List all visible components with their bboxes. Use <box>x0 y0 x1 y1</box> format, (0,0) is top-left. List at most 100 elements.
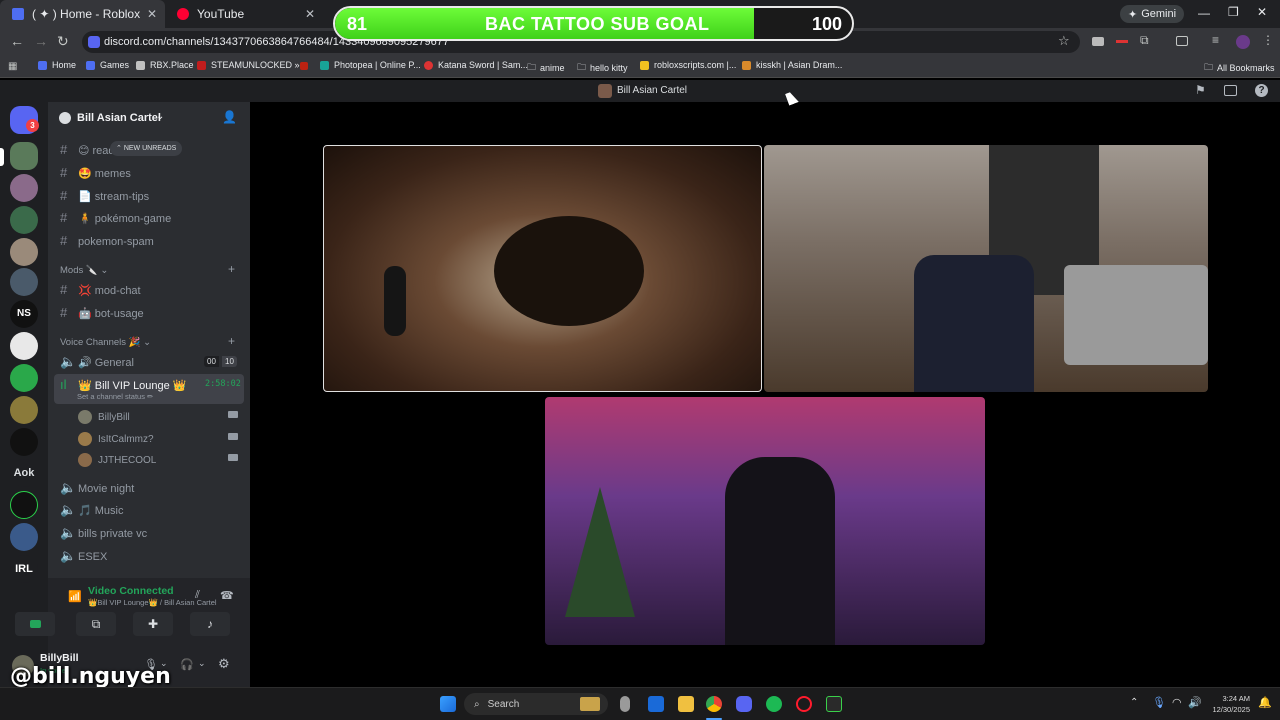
app-icon[interactable] <box>826 696 842 712</box>
windows-start-icon[interactable] <box>440 696 456 712</box>
bookmark-home[interactable]: Home <box>38 60 76 70</box>
forward-arrow-icon[interactable]: → <box>34 33 48 49</box>
channel-stream-tips[interactable]: # 📄 stream-tips <box>60 188 149 203</box>
add-channel-icon[interactable]: + <box>228 262 235 276</box>
voice-user[interactable]: IsItCalmmz? <box>78 432 154 446</box>
wifi-icon[interactable]: ◠ <box>1172 696 1182 709</box>
voice-channel-private[interactable]: 🔈 bills private vc <box>60 525 147 541</box>
bookmark-rbxplace[interactable]: RBX.Place <box>136 60 194 70</box>
disconnect-icon[interactable]: ☎ <box>220 589 234 602</box>
taskbar-search[interactable]: ⌕ Search <box>464 693 608 715</box>
clock-time[interactable]: 3:24 AM <box>1206 694 1250 703</box>
soundboard-button[interactable]: ♪ <box>190 612 230 636</box>
server-icon[interactable] <box>10 238 38 266</box>
voice-user[interactable]: JJTHECOOL <box>78 453 156 467</box>
voice-user[interactable]: BillyBill <box>78 410 130 424</box>
server-icon-ns[interactable]: NS <box>10 300 38 328</box>
channel-bot-usage[interactable]: # 🤖 bot-usage <box>60 305 144 320</box>
channel-status[interactable]: Set a channel status ✏ <box>77 392 153 401</box>
restore-icon[interactable]: ❐ <box>1228 5 1239 19</box>
server-icon[interactable] <box>10 332 38 360</box>
server-name[interactable]: Bill Asian Cartel <box>77 112 161 124</box>
all-bookmarks-folder[interactable]: 🗀 All Bookmarks <box>1204 60 1275 76</box>
extension-icon[interactable] <box>1116 40 1128 43</box>
help-icon[interactable]: ? <box>1255 84 1268 97</box>
server-icon[interactable] <box>10 364 38 392</box>
category-voice-channels[interactable]: Voice Channels 🎉 ⌄ <box>60 337 151 348</box>
apps-grid-icon[interactable]: ▦ <box>8 61 17 72</box>
server-icon[interactable] <box>10 428 38 456</box>
close-window-icon[interactable]: ✕ <box>1257 5 1267 19</box>
server-icon[interactable] <box>10 174 38 202</box>
reload-icon[interactable]: ↻ <box>57 33 69 50</box>
channel-pokemon-spam[interactable]: # pokemon-spam <box>60 233 154 248</box>
signal-icon[interactable]: 📶 <box>68 590 82 603</box>
chevron-down-icon[interactable]: ⌄ <box>156 111 164 122</box>
bookmark-icon[interactable] <box>300 62 308 70</box>
app-icon[interactable] <box>648 696 664 712</box>
channel-pokemon-game[interactable]: # 🧍 pokémon-game <box>60 210 171 225</box>
bookmark-steamunlocked[interactable]: STEAMUNLOCKED »... <box>197 60 307 70</box>
back-arrow-icon[interactable]: ← <box>10 33 24 49</box>
server-icon-irl[interactable]: IRL <box>10 555 38 583</box>
chrome-icon[interactable] <box>706 696 722 712</box>
channel-read[interactable]: # 😊 read <box>60 142 115 157</box>
close-tab-icon[interactable]: ✕ <box>305 7 315 21</box>
channel-mod-chat[interactable]: # 💢 mod-chat <box>60 282 141 297</box>
close-tab-icon[interactable]: ✕ <box>147 7 157 21</box>
media-icon[interactable]: ≡ <box>1212 33 1219 47</box>
volume-icon[interactable]: 🔊 <box>1188 696 1202 709</box>
flag-icon[interactable]: ⚑ <box>1195 83 1206 97</box>
server-icon[interactable] <box>10 491 38 519</box>
video-tile-user-1[interactable] <box>323 145 762 392</box>
file-explorer-icon[interactable] <box>678 696 694 712</box>
gear-icon[interactable]: ⚙ <box>218 656 230 672</box>
server-icon[interactable] <box>10 268 38 296</box>
bookmark-photopea[interactable]: Photopea | Online P... <box>320 60 421 70</box>
extension-icon[interactable] <box>1092 37 1104 46</box>
server-icon[interactable] <box>10 396 38 424</box>
bookmark-games[interactable]: Games <box>86 60 129 70</box>
bookmark-folder-hello-kitty[interactable]: 🗀 hello kitty <box>577 60 628 76</box>
puzzle-icon[interactable]: ⧉ <box>1140 33 1149 48</box>
noise-suppression-icon[interactable]: ⫽ <box>195 589 200 602</box>
video-tile-user-2[interactable] <box>764 145 1208 392</box>
bookmark-robloxscripts[interactable]: robloxscripts.com |... <box>640 60 736 70</box>
inbox-icon[interactable] <box>1224 85 1237 96</box>
notification-bell-icon[interactable]: 🔔 <box>1258 696 1272 709</box>
server-icon[interactable] <box>10 523 38 551</box>
opera-icon[interactable] <box>796 696 812 712</box>
add-channel-icon[interactable]: + <box>228 334 235 348</box>
invite-user-icon[interactable]: 👤 <box>222 110 237 124</box>
discord-taskbar-icon[interactable] <box>736 696 752 712</box>
bookmark-kisskh[interactable]: kisskh | Asian Dram... <box>742 60 842 70</box>
menu-kebab-icon[interactable]: ⋮ <box>1262 33 1274 47</box>
channel-memes[interactable]: # 🤩 memes <box>60 165 131 180</box>
tab-youtube[interactable]: YouTube ✕ <box>165 0 323 28</box>
camera-button[interactable] <box>15 612 55 636</box>
voice-channel-music[interactable]: 🔈 🎵 Music <box>60 502 123 518</box>
bookmark-folder-anime[interactable]: 🗀 anime <box>527 60 565 76</box>
gemini-button[interactable]: ✦ Gemini <box>1120 5 1185 23</box>
video-tile-user-3[interactable] <box>545 397 985 645</box>
headphones-icon[interactable]: 🎧 <box>180 658 194 671</box>
tab-roblox[interactable]: ( ✦ ) Home - Roblox ✕ <box>0 0 165 28</box>
sidepanel-icon[interactable] <box>1176 36 1188 46</box>
category-mods[interactable]: Mods 🔪 ⌄ <box>60 265 108 276</box>
spotify-icon[interactable] <box>766 696 782 712</box>
voice-channel-esex[interactable]: 🔈 ESEX <box>60 548 107 564</box>
chevron-down-icon[interactable]: ⌄ <box>198 658 206 669</box>
mouse-app-icon[interactable] <box>620 696 630 712</box>
profile-avatar[interactable] <box>1236 35 1250 49</box>
voice-channel-vip[interactable]: ıl 👑 Bill VIP Lounge 👑 <box>60 377 187 392</box>
user-name[interactable]: BillyBill <box>40 652 79 664</box>
bookmark-katana[interactable]: Katana Sword | Sam... <box>424 60 528 70</box>
voice-channel-general[interactable]: 🔈 🔊 General <box>60 354 134 370</box>
minimize-icon[interactable]: — <box>1198 6 1210 20</box>
star-icon[interactable]: ☆ <box>1058 33 1070 49</box>
voice-channel-movie-night[interactable]: 🔈 Movie night <box>60 480 134 496</box>
server-icon[interactable] <box>10 206 38 234</box>
new-unreads-pill[interactable]: ⌃ NEW UNREADS <box>110 141 183 156</box>
activities-button[interactable]: ✚ <box>133 612 173 636</box>
microphone-icon[interactable]: 🎙 <box>1152 696 1166 709</box>
